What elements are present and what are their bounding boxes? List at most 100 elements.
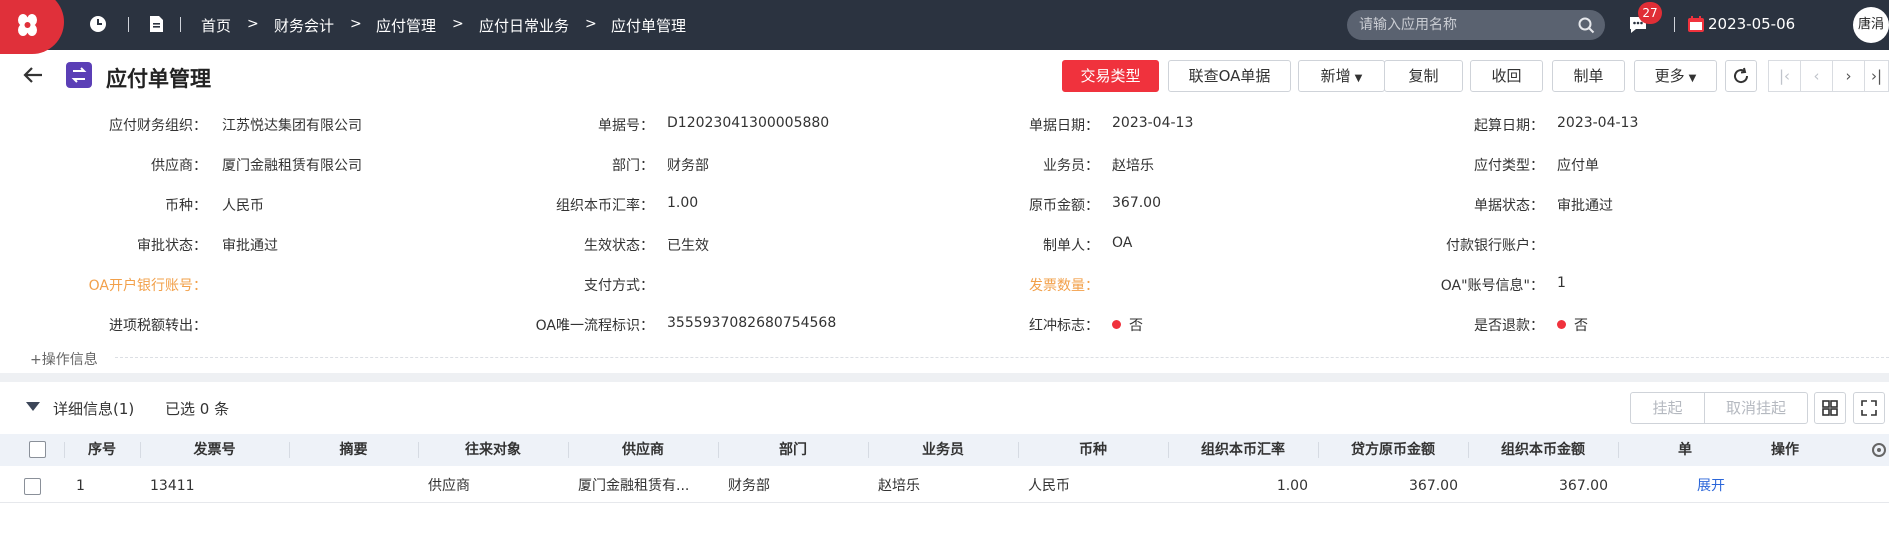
column-divider <box>1618 442 1619 458</box>
cell-invoice: 13411 <box>150 478 195 494</box>
effect-value: 已生效 <box>667 238 709 254</box>
startdate-value: 2023-04-13 <box>1557 115 1639 131</box>
rate-label: 组织本币汇率： <box>556 198 654 214</box>
column-header[interactable]: 操作 <box>1740 434 1830 466</box>
hang-button[interactable]: 挂起 <box>1630 392 1705 424</box>
chevron-down-icon: ▼ <box>1688 73 1697 84</box>
column-header[interactable]: 组织本币金额 <box>1468 434 1618 466</box>
billstatus-value: 审批通过 <box>1557 198 1613 214</box>
rate-value: 1.00 <box>667 195 699 211</box>
refresh-button[interactable] <box>1725 60 1757 92</box>
calendar-icon[interactable] <box>1687 15 1705 33</box>
column-header[interactable]: 序号 <box>64 434 140 466</box>
breadcrumb-payable-daily[interactable]: 应付日常业务 <box>479 15 569 36</box>
more-button-label: 更多 <box>1654 67 1685 85</box>
details-title[interactable]: 详细信息(1) <box>53 398 134 419</box>
notification-badge: 27 <box>1638 2 1662 24</box>
org-value: 江苏悦达集团有限公司 <box>222 118 362 134</box>
last-record-button[interactable]: ›| <box>1864 60 1889 92</box>
chevron-down-icon: ▼ <box>1354 73 1363 84</box>
operation-info-toggle[interactable]: +操作信息 <box>30 349 98 369</box>
table-row[interactable]: 1 13411 供应商 厦门金融租赁有... 财务部 赵培乐 人民币 1.00 … <box>0 470 1889 503</box>
effect-label: 生效状态： <box>584 238 654 254</box>
history-clock-icon[interactable] <box>89 15 107 33</box>
cell-dept: 财务部 <box>728 478 770 494</box>
column-header[interactable]: 单 <box>1678 434 1692 466</box>
cell-credit-amount: 367.00 <box>1409 478 1458 494</box>
cell-salesman: 赵培乐 <box>878 478 920 494</box>
breadcrumb-home[interactable]: 首页 <box>201 15 231 36</box>
more-dropdown-button[interactable]: 更多 ▼ <box>1634 60 1717 92</box>
red-flag-text: 否 <box>1129 318 1143 334</box>
amount-value: 367.00 <box>1112 195 1161 211</box>
breadcrumb-current[interactable]: 应付单管理 <box>611 15 686 36</box>
status-dot <box>1112 320 1121 329</box>
column-header[interactable]: 贷方原币金额 <box>1318 434 1468 466</box>
app-search-box[interactable] <box>1347 10 1605 40</box>
fullscreen-button[interactable] <box>1853 392 1885 424</box>
search-input[interactable] <box>1359 15 1579 35</box>
divider <box>115 357 1889 358</box>
amount-label: 原币金额： <box>1029 198 1099 214</box>
column-header[interactable]: 供应商 <box>568 434 718 466</box>
prev-record-button[interactable]: ‹ <box>1800 60 1833 92</box>
divider <box>128 17 129 32</box>
oa-flow-label: OA唯一流程标识： <box>535 318 654 334</box>
tax-out-label: 进项税额转出： <box>109 318 207 334</box>
approval-value: 审批通过 <box>222 238 278 254</box>
selected-count: 已选 0 条 <box>165 400 230 418</box>
chevron-right-icon: > <box>247 16 259 32</box>
billdate-value: 2023-04-13 <box>1112 115 1194 131</box>
first-record-button[interactable]: |‹ <box>1768 60 1801 92</box>
approval-label: 审批状态： <box>137 238 207 254</box>
column-header[interactable]: 部门 <box>718 434 868 466</box>
back-arrow-icon[interactable] <box>22 64 44 86</box>
app-logo[interactable] <box>0 0 64 54</box>
cell-local-amount: 367.00 <box>1559 478 1608 494</box>
current-date: 2023-05-06 <box>1708 15 1796 33</box>
document-icon[interactable] <box>147 15 165 33</box>
refund-value: 否 <box>1557 315 1588 335</box>
column-header[interactable]: 往来对象 <box>418 434 568 466</box>
copy-button[interactable]: 复制 <box>1384 60 1463 92</box>
column-header[interactable]: 币种 <box>1018 434 1168 466</box>
grid-view-button[interactable] <box>1814 392 1846 424</box>
row-checkbox[interactable] <box>24 478 41 495</box>
red-flag-label: 红冲标志： <box>1029 318 1099 334</box>
column-header[interactable]: 业务员 <box>868 434 1018 466</box>
column-header[interactable]: 组织本币汇率 <box>1168 434 1318 466</box>
billno-value: D12023041300005880 <box>667 115 830 131</box>
breadcrumb-finance[interactable]: 财务会计 <box>274 15 334 36</box>
startdate-label: 起算日期： <box>1474 118 1544 134</box>
make-bill-button[interactable]: 制单 <box>1552 60 1625 92</box>
refresh-icon <box>1734 67 1749 84</box>
maker-value: OA <box>1112 235 1133 251</box>
maker-label: 制单人： <box>1043 238 1099 254</box>
supplier-value: 厦门金融租赁有限公司 <box>222 158 362 174</box>
collapse-triangle-icon[interactable] <box>26 402 40 411</box>
user-avatar[interactable]: 唐涓 <box>1853 7 1889 43</box>
oa-bank-label: OA开户银行账号： <box>88 278 207 294</box>
select-all-checkbox[interactable] <box>29 441 46 458</box>
invoice-count-label: 发票数量： <box>1029 278 1099 294</box>
paytype-value: 应付单 <box>1557 158 1599 174</box>
column-header[interactable]: 摘要 <box>289 434 418 466</box>
table-header: 序号 发票号 摘要 往来对象 供应商 部门 业务员 币种 组织本币汇率 贷方原币… <box>0 434 1889 466</box>
add-dropdown-button[interactable]: 新增 ▼ <box>1298 60 1385 92</box>
dept-value: 财务部 <box>667 158 709 174</box>
grid-icon <box>1822 400 1838 416</box>
search-icon[interactable] <box>1578 17 1595 34</box>
recall-button[interactable]: 收回 <box>1470 60 1543 92</box>
column-settings-gear-icon[interactable] <box>1870 441 1888 459</box>
unhang-button[interactable]: 取消挂起 <box>1704 392 1808 424</box>
breadcrumb-payable[interactable]: 应付管理 <box>376 15 436 36</box>
dept-label: 部门： <box>612 158 654 174</box>
next-record-button[interactable]: › <box>1832 60 1865 92</box>
column-header[interactable]: 发票号 <box>140 434 289 466</box>
cell-currency: 人民币 <box>1028 478 1070 494</box>
oa-link-button[interactable]: 联查OA单据 <box>1168 60 1291 92</box>
trade-type-button[interactable]: 交易类型 <box>1062 60 1159 92</box>
status-dot <box>1557 320 1566 329</box>
expand-row-link[interactable]: 展开 <box>1697 470 1725 503</box>
supplier-label: 供应商： <box>151 158 207 174</box>
